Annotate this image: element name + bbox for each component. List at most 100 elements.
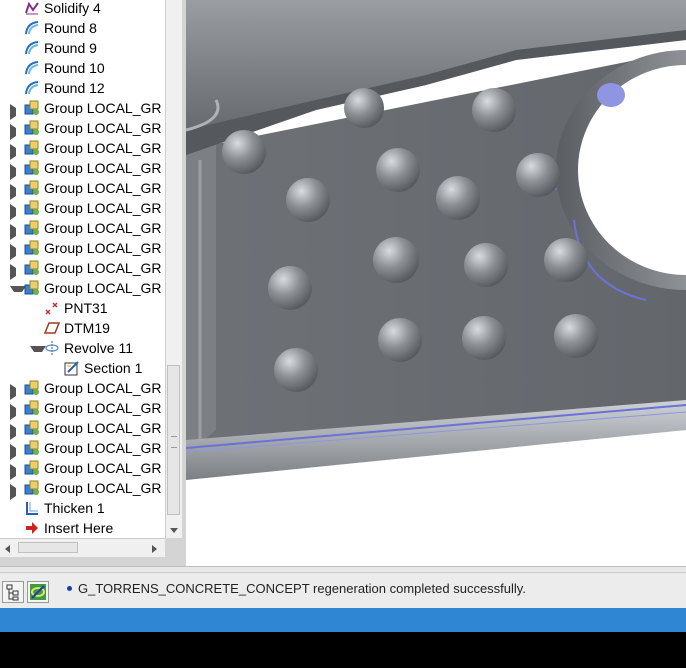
- model-tree-item[interactable]: Group LOCAL_GR: [0, 198, 165, 220]
- model-tree-item-label: Group LOCAL_GR: [44, 200, 162, 216]
- model-tree-item-label: Solidify 4: [44, 0, 101, 16]
- screen-bottom-border: [0, 632, 686, 668]
- model-tree-item-label: Round 8: [44, 20, 97, 36]
- model-tree-item-label: Group LOCAL_GR: [44, 260, 162, 276]
- group-icon: [24, 380, 40, 396]
- group-icon: [24, 480, 40, 496]
- horizontal-scroll-thumb[interactable]: [18, 542, 78, 553]
- model-tree-item[interactable]: Group LOCAL_GR: [0, 478, 165, 500]
- group-icon: [24, 460, 40, 476]
- model-tree-item[interactable]: Group LOCAL_GR: [0, 178, 165, 200]
- taskbar: [0, 608, 686, 632]
- group-icon: [24, 260, 40, 276]
- round-icon: [24, 20, 40, 36]
- model-tree-item[interactable]: Group LOCAL_GR: [0, 138, 165, 160]
- model-tree[interactable]: Solidify 4 Round 8 Round 9 Round 10 Round 12…: [0, 0, 166, 538]
- model-tree-item[interactable]: Round 9: [0, 38, 165, 58]
- insert-arrow-icon: [24, 520, 40, 536]
- model-tree-item[interactable]: Thicken 1: [0, 498, 165, 518]
- model-tree-item-label: Group LOCAL_GR: [44, 160, 162, 176]
- revolve-icon: [44, 340, 60, 356]
- model-tree-item-label: Group LOCAL_GR: [44, 380, 162, 396]
- model-tree-item[interactable]: Group LOCAL_GR: [0, 158, 165, 180]
- scroll-right-arrow-icon[interactable]: [148, 542, 160, 554]
- model-tree-item-label: Group LOCAL_GR: [44, 240, 162, 256]
- 3d-graphics-viewport[interactable]: [186, 0, 686, 566]
- model-tree-item[interactable]: Group LOCAL_GR: [0, 458, 165, 480]
- model-tree-item-label: Revolve 11: [64, 340, 134, 356]
- model-tree-item-label: Round 10: [44, 60, 105, 76]
- group-icon: [24, 100, 40, 116]
- model-tree-item[interactable]: Revolve 11: [0, 338, 165, 358]
- model-tree-item-label: PNT31: [64, 300, 108, 316]
- model-tree-item-label: Group LOCAL_GR: [44, 100, 162, 116]
- model-tree-panel: Solidify 4 Round 8 Round 9 Round 10 Round 12…: [0, 0, 186, 566]
- model-tree-item[interactable]: Group LOCAL_GR: [0, 98, 165, 120]
- model-tree-item[interactable]: Group LOCAL_GR: [0, 278, 165, 298]
- horizontal-scrollbar[interactable]: [0, 538, 165, 557]
- group-icon: [24, 400, 40, 416]
- model-tree-item-label: Group LOCAL_GR: [44, 400, 162, 416]
- model-tree-item-label: Round 12: [44, 80, 105, 96]
- group-icon: [24, 180, 40, 196]
- solidify-icon: [24, 0, 40, 16]
- model-tree-item-label: Thicken 1: [44, 500, 105, 516]
- model-tree-item[interactable]: Group LOCAL_GR: [0, 438, 165, 460]
- status-message: G_TORRENS_CONCRETE_CONCEPT regeneration …: [78, 581, 526, 596]
- model-tree-item[interactable]: Group LOCAL_GR: [0, 118, 165, 140]
- round-icon: [24, 80, 40, 96]
- model-tree-item-label: Group LOCAL_GR: [44, 420, 162, 436]
- model-tree-item-label: Group LOCAL_GR: [44, 220, 162, 236]
- group-icon: [24, 160, 40, 176]
- group-icon: [24, 140, 40, 156]
- model-tree-item[interactable]: Round 12: [0, 78, 165, 98]
- vertical-scrollbar[interactable]: [165, 0, 182, 538]
- model-tree-item-label: Section 1: [84, 360, 143, 376]
- datum-point-icon: [44, 300, 60, 316]
- vertical-scroll-thumb[interactable]: [167, 365, 180, 515]
- group-icon: [24, 200, 40, 216]
- scroll-down-arrow-icon[interactable]: [166, 522, 182, 538]
- model-tree-item[interactable]: Solidify 4: [0, 0, 165, 18]
- group-icon: [24, 240, 40, 256]
- model-tree-item-label: Group LOCAL_GR: [44, 140, 162, 156]
- model-tree-item[interactable]: Group LOCAL_GR: [0, 398, 165, 420]
- round-icon: [24, 60, 40, 76]
- model-tree-item[interactable]: PNT31: [0, 298, 165, 318]
- model-tree-item[interactable]: Insert Here: [0, 518, 165, 538]
- model-display-icon: [30, 584, 46, 600]
- status-bar: G_TORRENS_CONCRETE_CONCEPT regeneration …: [0, 572, 686, 609]
- thicken-icon: [24, 500, 40, 516]
- selection-filter-button[interactable]: [27, 581, 49, 603]
- group-icon: [24, 440, 40, 456]
- group-icon: [24, 420, 40, 436]
- model-tree-item-label: Group LOCAL_GR: [44, 120, 162, 136]
- sketch-icon: [64, 360, 80, 376]
- model-tree-item[interactable]: Group LOCAL_GR: [0, 258, 165, 280]
- model-tree-item-label: Group LOCAL_GR: [44, 480, 162, 496]
- model-tree-item-label: Group LOCAL_GR: [44, 440, 162, 456]
- message-bullet-icon: [67, 586, 72, 591]
- model-tree-item-label: Round 9: [44, 40, 97, 56]
- model-tree-item-label: Insert Here: [44, 520, 114, 536]
- model-tree-item[interactable]: Group LOCAL_GR: [0, 218, 165, 240]
- tree-structure-icon: [6, 584, 19, 601]
- 3d-model-render: [186, 0, 686, 480]
- model-tree-item[interactable]: Group LOCAL_GR: [0, 238, 165, 260]
- model-tree-item[interactable]: Round 10: [0, 58, 165, 78]
- model-tree-item[interactable]: Section 1: [0, 358, 165, 378]
- model-tree-item[interactable]: Group LOCAL_GR: [0, 378, 165, 400]
- model-tree-item-label: Group LOCAL_GR: [44, 280, 162, 296]
- model-tree-item-label: Group LOCAL_GR: [44, 180, 162, 196]
- round-icon: [24, 40, 40, 56]
- model-tree-item[interactable]: DTM19: [0, 318, 165, 338]
- group-icon: [24, 120, 40, 136]
- scroll-left-arrow-icon[interactable]: [2, 542, 14, 554]
- datum-plane-icon: [43, 320, 61, 336]
- model-tree-toggle-button[interactable]: [2, 581, 24, 603]
- group-icon: [24, 280, 40, 296]
- model-tree-item[interactable]: Round 8: [0, 18, 165, 38]
- model-tree-item-label: DTM19: [64, 320, 110, 336]
- model-tree-item-label: Group LOCAL_GR: [44, 460, 162, 476]
- model-tree-item[interactable]: Group LOCAL_GR: [0, 418, 165, 440]
